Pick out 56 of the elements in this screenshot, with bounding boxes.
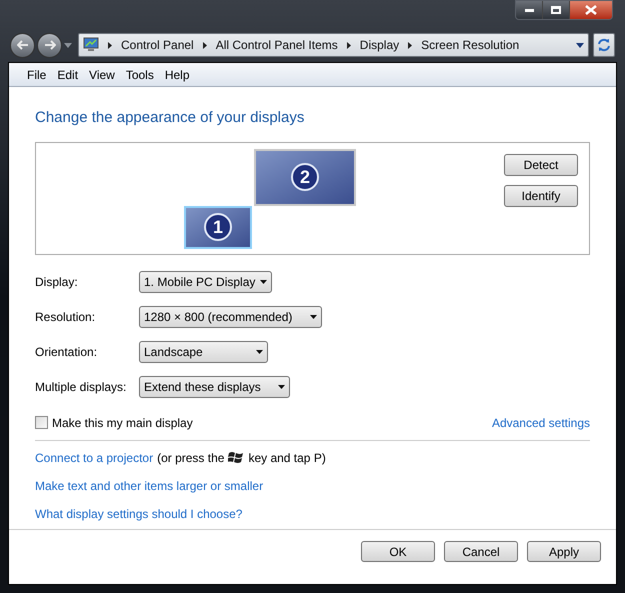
detect-button[interactable]: Detect [504,154,578,176]
breadcrumb[interactable]: All Control Panel Items [216,36,338,54]
monitor-thumbnail[interactable]: 1 [184,206,252,248]
chevron-icon[interactable] [346,42,351,48]
checkbox-label: Make this my main display [52,414,193,432]
dropdown-arrow-icon[interactable] [256,350,263,354]
chevron-icon[interactable] [408,42,412,48]
breadcrumb[interactable]: Display [360,36,400,54]
dropdown[interactable]: Extend these displays [139,376,290,398]
menu-item[interactable]: Edit [53,66,82,84]
dropdown-arrow-icon[interactable] [310,314,317,318]
cancel-button[interactable]: Cancel [444,541,518,562]
close-button[interactable] [570,1,612,19]
monitor-thumbnail[interactable]: 2 [254,148,356,206]
chevron-icon[interactable] [202,42,207,48]
identify-button[interactable]: Identify [504,184,578,206]
checkbox[interactable] [35,416,48,429]
monitor-number: 1 [204,213,232,241]
minimize-button[interactable] [516,1,543,19]
chevron-icon[interactable] [108,42,112,48]
dropdown-arrow-icon[interactable] [260,280,267,284]
projector-hint: (or press the [157,450,224,466]
advanced-settings-link[interactable]: Advanced settings [492,414,590,432]
menu-item[interactable]: Help [160,66,194,84]
refresh-icon[interactable] [597,38,611,52]
dropdown-arrow-icon[interactable] [278,384,285,388]
help-link[interactable]: What display settings should I choose? [35,504,242,522]
setting-label: Resolution: [35,308,96,326]
page-heading: Change the appearance of your displays [35,108,306,128]
menu-item[interactable]: File [23,66,50,84]
setting-label: Orientation: [35,344,98,360]
dropdown[interactable]: 1280 × 800 (recommended) [139,306,322,328]
address-bar[interactable]: Control Panel All Control Panel Items Display Screen Resolution [78,33,589,57]
menu-item[interactable]: View [85,66,119,84]
help-link[interactable]: Make text and other items larger or smaller [35,476,264,494]
monitor-icon [83,37,99,53]
ok-button[interactable]: OK [361,541,435,562]
breadcrumb[interactable]: Control Panel [121,36,194,54]
forward-button[interactable] [37,32,62,58]
breadcrumb[interactable]: Screen Resolution [421,36,520,54]
maximize-button[interactable] [543,1,570,19]
refresh-button[interactable] [593,33,615,57]
windows-logo-icon [228,450,244,464]
setting-label: Multiple displays: [35,378,128,396]
dropdown[interactable]: 1. Mobile PC Display [139,270,272,292]
apply-button[interactable]: Apply [527,541,601,562]
projector-link[interactable]: Connect to a projector [35,448,154,466]
back-button[interactable] [10,32,35,58]
close-icon[interactable] [585,5,597,15]
setting-label: Display: [35,274,79,290]
menu-item[interactable]: Tools [122,66,158,84]
dropdown-icon[interactable] [576,42,584,48]
projector-hint: key and tap P) [248,450,326,466]
dropdown-icon[interactable] [64,42,72,48]
monitor-number: 2 [291,163,319,191]
dropdown[interactable]: Landscape [139,340,268,362]
